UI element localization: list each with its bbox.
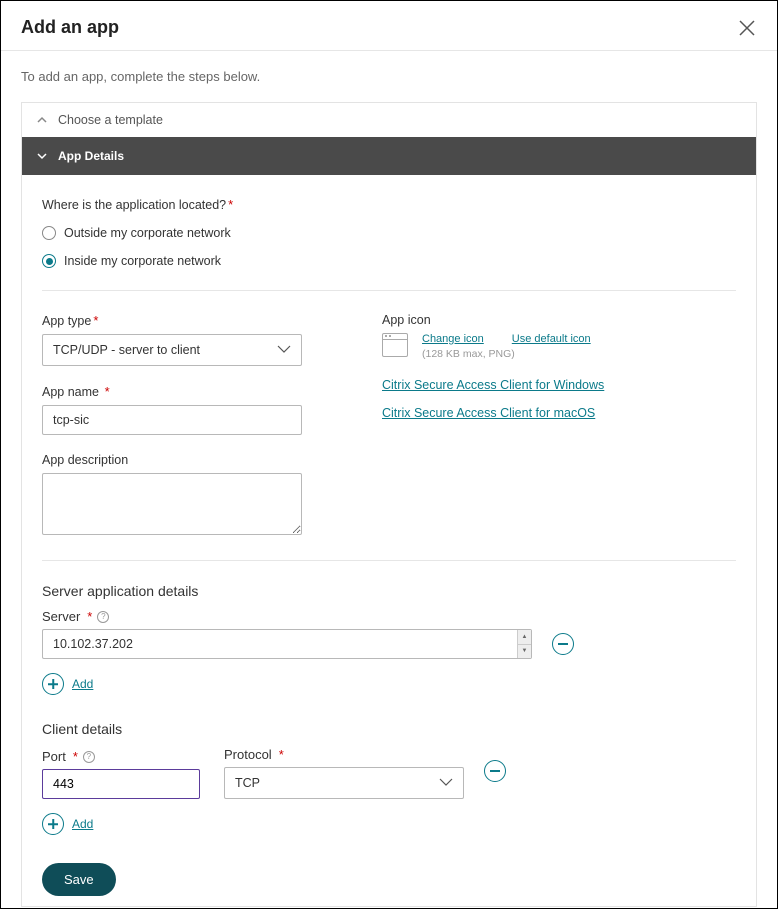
required-star: * xyxy=(279,747,284,762)
app-icon-link-block: Change icon Use default icon (128 KB max… xyxy=(422,333,591,360)
spinner-up-icon[interactable]: ▲ xyxy=(518,630,531,645)
app-icon-preview xyxy=(382,333,408,357)
add-server-label: Add xyxy=(72,677,93,691)
location-question-row: Where is the application located?* xyxy=(42,197,736,212)
app-type-field: App type* TCP/UDP - server to client xyxy=(42,313,302,366)
change-icon-link[interactable]: Change icon xyxy=(422,333,484,345)
remove-client-button[interactable] xyxy=(484,760,506,782)
client-row: Port * ? Protocol * TCP xyxy=(42,747,736,799)
save-button[interactable]: Save xyxy=(42,863,116,896)
accordion-details-header[interactable]: App Details xyxy=(22,137,756,175)
radio-icon xyxy=(42,226,56,240)
server-section-heading: Server application details xyxy=(42,583,736,599)
server-label: Server xyxy=(42,609,80,624)
minus-icon xyxy=(490,770,500,772)
chevron-down-icon xyxy=(439,775,453,791)
spinner-down-icon[interactable]: ▼ xyxy=(518,645,531,659)
plus-icon-circle xyxy=(42,673,64,695)
app-desc-textarea[interactable] xyxy=(42,473,302,535)
close-icon[interactable] xyxy=(737,18,757,38)
server-input[interactable] xyxy=(42,629,532,659)
spinner-control[interactable]: ▲ ▼ xyxy=(517,630,531,658)
add-client-button[interactable]: Add xyxy=(42,813,736,835)
server-input-wrap: ▲ ▼ xyxy=(42,629,532,659)
port-input[interactable] xyxy=(42,769,200,799)
radio-inside-network[interactable]: Inside my corporate network xyxy=(42,254,736,268)
modal-header: Add an app xyxy=(1,1,777,51)
modal-body: To add an app, complete the steps below.… xyxy=(1,51,777,909)
chevron-up-icon xyxy=(36,114,48,126)
modal-title: Add an app xyxy=(21,17,119,38)
radio-outside-label: Outside my corporate network xyxy=(64,226,231,240)
app-desc-label: App description xyxy=(42,453,302,467)
app-type-select[interactable]: TCP/UDP - server to client xyxy=(42,334,302,366)
add-client-label: Add xyxy=(72,817,93,831)
intro-text: To add an app, complete the steps below. xyxy=(21,69,757,84)
app-desc-field: App description xyxy=(42,453,302,538)
client-fields: Port * ? Protocol * TCP xyxy=(42,747,464,799)
download-windows-link[interactable]: Citrix Secure Access Client for Windows xyxy=(382,378,736,392)
plus-icon xyxy=(48,819,58,829)
port-label: Port xyxy=(42,749,66,764)
protocol-label: Protocol xyxy=(224,747,272,762)
divider xyxy=(42,560,736,561)
use-default-icon-link[interactable]: Use default icon xyxy=(512,333,591,345)
required-star: * xyxy=(228,197,233,212)
accordion-template-header[interactable]: Choose a template xyxy=(22,103,756,137)
protocol-select[interactable]: TCP xyxy=(224,767,464,799)
chevron-down-icon xyxy=(277,342,291,358)
app-basic-right: App icon Change icon Use default icon (1… xyxy=(382,313,736,538)
remove-server-button[interactable] xyxy=(552,633,574,655)
radio-outside-network[interactable]: Outside my corporate network xyxy=(42,226,736,240)
app-icon-label: App icon xyxy=(382,313,736,327)
icon-hint: (128 KB max, PNG) xyxy=(422,348,591,360)
accordion-details-body: Where is the application located?* Outsi… xyxy=(22,175,756,906)
help-icon[interactable]: ? xyxy=(83,751,95,763)
app-basic-columns: App type* TCP/UDP - server to client xyxy=(42,313,736,538)
port-field: Port * ? xyxy=(42,749,200,799)
radio-inside-label: Inside my corporate network xyxy=(64,254,221,268)
location-radio-group: Outside my corporate network Inside my c… xyxy=(42,226,736,268)
app-basic-left: App type* TCP/UDP - server to client xyxy=(42,313,302,538)
protocol-value: TCP xyxy=(235,776,260,790)
required-star: * xyxy=(73,749,78,764)
server-label-row: Server * ? xyxy=(42,609,736,624)
app-name-label: App name xyxy=(42,385,99,399)
client-section-heading: Client details xyxy=(42,721,736,737)
chevron-down-icon xyxy=(36,150,48,162)
protocol-field: Protocol * TCP xyxy=(224,747,464,799)
location-question: Where is the application located? xyxy=(42,198,226,212)
radio-icon-selected xyxy=(42,254,56,268)
app-type-label: App type xyxy=(42,314,91,328)
minus-icon xyxy=(558,643,568,645)
app-icon-row: Change icon Use default icon (128 KB max… xyxy=(382,333,736,360)
plus-icon-circle xyxy=(42,813,64,835)
app-type-value: TCP/UDP - server to client xyxy=(53,343,200,357)
server-row: ▲ ▼ xyxy=(42,629,736,659)
accordion: Choose a template App Details Where is t… xyxy=(21,102,757,907)
app-name-field: App name * xyxy=(42,384,302,435)
plus-icon xyxy=(48,679,58,689)
required-star: * xyxy=(93,313,98,328)
app-name-input[interactable] xyxy=(42,405,302,435)
divider xyxy=(42,290,736,291)
accordion-details-label: App Details xyxy=(58,149,124,163)
accordion-template-label: Choose a template xyxy=(58,113,163,127)
add-app-modal: Add an app To add an app, complete the s… xyxy=(0,0,778,909)
required-star: * xyxy=(87,609,92,624)
download-macos-link[interactable]: Citrix Secure Access Client for macOS xyxy=(382,406,736,420)
add-server-button[interactable]: Add xyxy=(42,673,736,695)
required-star: * xyxy=(105,384,110,399)
help-icon[interactable]: ? xyxy=(97,611,109,623)
